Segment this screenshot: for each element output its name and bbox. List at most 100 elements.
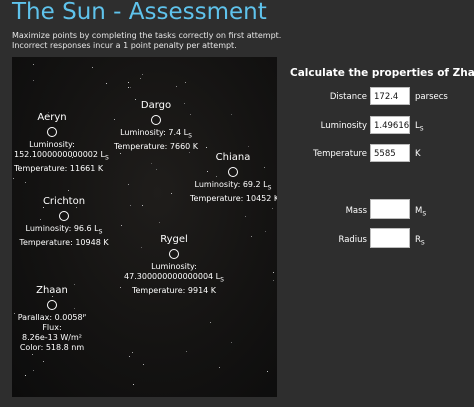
star-luminosity: 47.300000000000004 L — [124, 272, 221, 281]
row-luminosity: Luminosity 1.496161 LS — [280, 116, 474, 138]
temperature-input[interactable]: 5585 — [370, 144, 410, 162]
background-star-dot — [219, 367, 220, 368]
instructions-line-1: Maximize points by completing the tasks … — [12, 31, 282, 40]
background-star-dot — [130, 205, 131, 206]
background-star-dot — [68, 190, 69, 191]
luminosity-label: Luminosity — [320, 121, 367, 131]
temperature-label: Temperature — [313, 149, 367, 159]
background-star-dot — [130, 87, 131, 88]
star-name: Crichton — [42, 196, 86, 207]
star-color: Color: 518.8 nm — [19, 343, 85, 352]
background-star-dot — [43, 361, 44, 362]
star-info: Luminosity: 7.4 LS Temperature: 7660 K — [106, 128, 206, 152]
star-luminosity: Luminosity: 69.2 L — [194, 180, 268, 189]
star-flux: 8.26e-13 W/m² — [22, 333, 82, 342]
background-star-dot — [143, 364, 144, 365]
background-star-dot — [133, 384, 134, 385]
star-luminosity: 152.1000000000002 L — [14, 150, 105, 159]
star-zhaan[interactable]: Zhaan Parallax: 0.0058" Flux: 8.26e-13 W… — [12, 285, 92, 353]
background-star-dot — [251, 236, 252, 237]
page-title: The Sun - Assessment — [12, 0, 267, 25]
radius-unit: RS — [415, 235, 425, 247]
luminosity-input[interactable]: 1.496161 — [370, 116, 410, 134]
background-star-dot — [128, 184, 129, 185]
star-name: Chiana — [215, 152, 251, 163]
background-star-dot — [32, 354, 33, 355]
panel-heading: Calculate the properties of Zhaan. — [290, 67, 474, 79]
background-star-dot — [171, 193, 172, 194]
star-field: Dargo Luminosity: 7.4 LS Temperature: 76… — [12, 57, 277, 397]
star-marker-icon[interactable] — [169, 249, 179, 259]
background-star-dot — [25, 182, 26, 183]
properties-panel: Calculate the properties of Zhaan. Dista… — [280, 57, 474, 257]
row-mass: Mass MS — [280, 199, 474, 221]
star-luminosity-label: Luminosity: — [29, 140, 75, 149]
background-star-dot — [129, 356, 130, 357]
instructions-line-2: Incorrect responses incur a 1 point pena… — [12, 41, 237, 50]
star-temperature: Temperature: 7660 K — [113, 141, 199, 151]
star-info: Parallax: 0.0058" Flux: 8.26e-13 W/m² Co… — [12, 313, 92, 353]
star-info: Luminosity: 152.1000000000002 LS Tempera… — [14, 140, 109, 173]
background-star-dot — [151, 163, 152, 164]
row-radius: Radius RS — [280, 228, 474, 250]
distance-label: Distance — [329, 92, 367, 102]
background-star-dot — [128, 82, 129, 83]
background-star-dot — [13, 178, 14, 179]
star-flux-label: Flux: — [42, 323, 62, 332]
star-crichton[interactable]: Crichton Luminosity: 96.6 LS Temperature… — [14, 196, 114, 248]
star-marker-icon[interactable] — [47, 300, 57, 310]
luminosity-unit: LS — [415, 121, 424, 133]
background-star-dot — [267, 371, 268, 372]
radius-label: Radius — [338, 235, 367, 245]
star-name: Dargo — [140, 100, 172, 111]
mass-unit: MS — [415, 206, 427, 218]
background-star-dot — [273, 280, 274, 281]
star-name: Aeryn — [37, 112, 67, 123]
background-star-dot — [185, 82, 186, 83]
star-temperature: Temperature: 11661 K — [14, 163, 104, 173]
temperature-unit: K — [415, 149, 421, 159]
star-aeryn[interactable]: Aeryn Luminosity: 152.1000000000002 LS T… — [14, 112, 109, 174]
background-star-dot — [245, 216, 246, 217]
star-info: Luminosity: 47.300000000000004 LS Temper… — [124, 262, 224, 295]
background-star-dot — [128, 87, 129, 88]
background-star-dot — [248, 146, 249, 147]
star-name: Rygel — [160, 234, 188, 245]
star-parallax: Parallax: 0.0058" — [17, 313, 87, 322]
background-star-dot — [159, 222, 160, 223]
star-temperature: Temperature: 10948 K — [19, 237, 109, 247]
background-star-dot — [272, 208, 273, 209]
distance-unit: parsecs — [415, 92, 448, 102]
background-star-dot — [121, 225, 122, 226]
radius-input[interactable] — [370, 228, 410, 248]
background-star-dot — [106, 83, 107, 84]
mass-input[interactable] — [370, 199, 410, 219]
star-marker-icon[interactable] — [59, 211, 69, 221]
star-marker-icon[interactable] — [151, 115, 161, 125]
background-star-dot — [142, 205, 143, 206]
background-star-dot — [156, 169, 157, 170]
star-temperature: Temperature: 9914 K — [131, 285, 217, 295]
star-rygel[interactable]: Rygel Luminosity: 47.300000000000004 LS … — [124, 234, 224, 296]
distance-input[interactable]: 172.4 — [370, 87, 410, 105]
star-marker-icon[interactable] — [228, 167, 238, 177]
star-dargo[interactable]: Dargo Luminosity: 7.4 LS Temperature: 76… — [106, 100, 206, 152]
background-star-dot — [142, 74, 143, 75]
background-star-dot — [92, 67, 93, 68]
background-star-dot — [33, 64, 34, 65]
background-star-dot — [186, 351, 187, 352]
background-star-dot — [231, 114, 232, 115]
background-star-dot — [273, 272, 274, 273]
star-luminosity: Luminosity: 96.6 L — [25, 224, 99, 233]
star-marker-icon[interactable] — [47, 127, 57, 137]
background-star-dot — [120, 287, 121, 288]
background-star-dot — [25, 375, 26, 376]
star-chiana[interactable]: Chiana Luminosity: 69.2 LS Temperature: … — [190, 152, 277, 204]
background-star-dot — [231, 342, 232, 343]
star-luminosity: Luminosity: 7.4 L — [120, 128, 189, 137]
mass-label: Mass — [345, 206, 367, 216]
star-luminosity-label: Luminosity: — [151, 262, 197, 271]
background-star-dot — [210, 322, 211, 323]
row-temperature: Temperature 5585 K — [280, 144, 474, 166]
star-name: Zhaan — [36, 285, 68, 296]
